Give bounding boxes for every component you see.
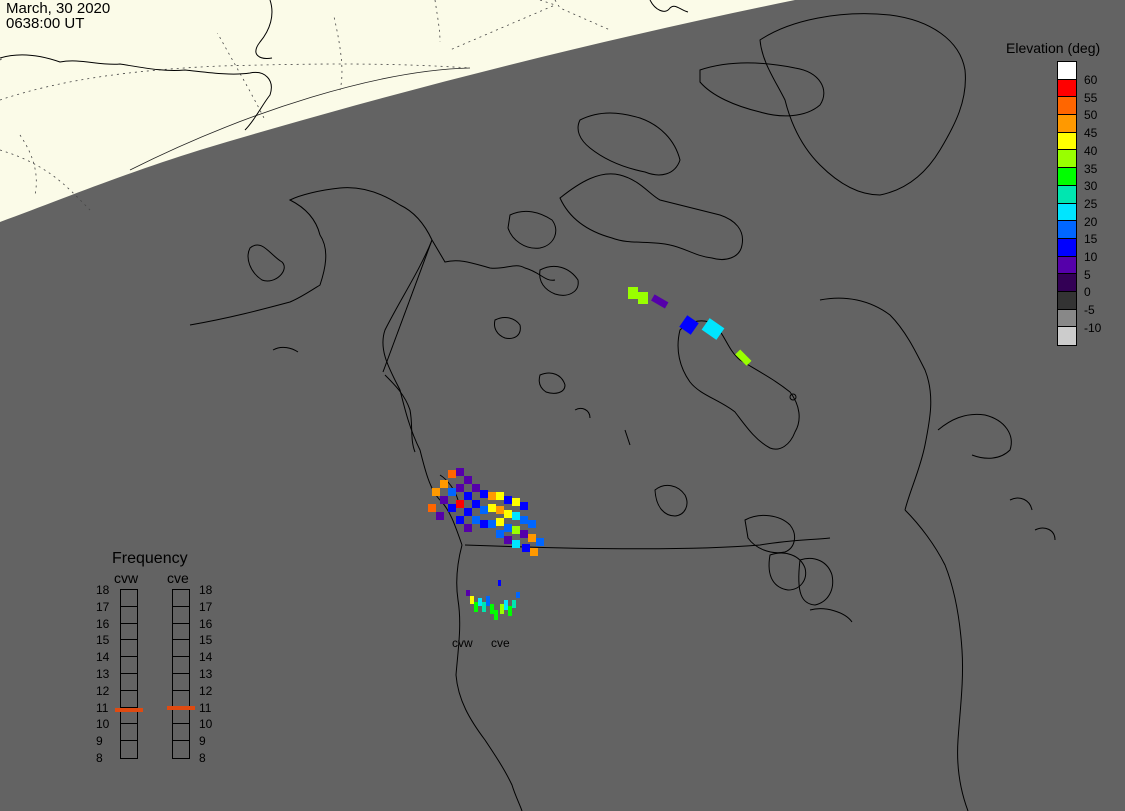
colorbar-swatch — [1058, 79, 1076, 98]
radar-site-label-cve: cve — [491, 636, 510, 650]
map-canvas — [0, 0, 1125, 811]
colorbar-tick-label: 5 — [1084, 267, 1091, 282]
frequency-tick-label-left: 17 — [96, 599, 110, 614]
colorbar-tick-label: 15 — [1084, 232, 1098, 247]
colorbar-tick-label: 40 — [1084, 143, 1098, 158]
frequency-panel-title: Frequency — [112, 550, 188, 567]
frequency-cell — [173, 741, 189, 758]
colorbar-tick-label: 45 — [1084, 126, 1098, 141]
frequency-cell — [121, 657, 137, 674]
frequency-tick-label-left: 14 — [96, 650, 110, 665]
frequency-tick-label-left: 16 — [96, 616, 110, 631]
frequency-tick-label-left: 15 — [96, 633, 110, 648]
frequency-radar-label-cve: cve — [167, 570, 189, 586]
colorbar-tick-label: 10 — [1084, 250, 1098, 264]
frequency-cell — [173, 724, 189, 742]
colorbar-tick-label: 25 — [1084, 196, 1098, 211]
frequency-scale-cvw — [120, 589, 138, 759]
frequency-tick-label-left: 10 — [96, 717, 110, 732]
frequency-tick-label-right: 12 — [199, 683, 213, 698]
colorbar-swatch — [1058, 150, 1076, 169]
frequency-cell — [173, 640, 189, 658]
frequency-radar-label-cvw: cvw — [114, 570, 139, 586]
frequency-cell — [121, 590, 137, 607]
superdarn-map-view: { "timestamp": { "date": "March, 30 2020… — [0, 0, 1125, 811]
colorbar-tick-label: 0 — [1084, 285, 1091, 300]
frequency-scale-cve — [172, 589, 190, 759]
timestamp-date: March, 30 2020 — [6, 0, 111, 17]
colorbar-swatch — [1058, 221, 1076, 239]
frequency-cell — [121, 640, 137, 658]
colorbar-swatch — [1058, 238, 1076, 257]
frequency-tick-label-right: 10 — [199, 717, 213, 732]
colorbar-tick-label: 60 — [1084, 73, 1098, 87]
frequency-tick-label-left: 9 — [96, 734, 103, 749]
frequency-cell — [173, 624, 189, 641]
colorbar-swatch — [1058, 62, 1076, 80]
frequency-tick-label-right: 13 — [199, 667, 213, 681]
frequency-tick-label-left: 8 — [96, 751, 103, 765]
frequency-tick-label-left: 12 — [96, 683, 110, 698]
frequency-tick-label-left: 18 — [96, 583, 110, 597]
colorbar-swatch — [1058, 97, 1076, 116]
colorbar-swatch — [1058, 256, 1076, 275]
timestamp-time: 0638:00 UT — [6, 15, 85, 32]
elevation-colorbar — [1057, 61, 1077, 346]
frequency-cell — [121, 624, 137, 641]
frequency-marker-cve — [167, 706, 195, 711]
colorbar-tick-label: 55 — [1084, 90, 1098, 105]
colorbar-swatch — [1058, 291, 1076, 310]
frequency-marker-cvw — [115, 707, 143, 712]
frequency-tick-label-left: 11 — [96, 700, 109, 715]
frequency-cell — [173, 691, 189, 708]
colorbar-swatch — [1058, 168, 1076, 186]
colorbar-tick-label: 50 — [1084, 108, 1098, 123]
colorbar-swatch — [1058, 274, 1076, 292]
frequency-tick-label-right: 9 — [199, 734, 206, 749]
frequency-tick-label-right: 11 — [199, 700, 212, 715]
frequency-tick-label-right: 14 — [199, 650, 213, 665]
colorbar-title: Elevation (deg) — [1006, 40, 1101, 56]
frequency-tick-label-right: 8 — [199, 751, 206, 765]
colorbar-swatch — [1058, 115, 1076, 133]
colorbar-swatch — [1058, 132, 1076, 151]
frequency-cell — [121, 691, 137, 708]
colorbar-tick-label: -5 — [1084, 303, 1095, 318]
colorbar-swatch — [1058, 309, 1076, 328]
colorbar-swatch — [1058, 327, 1076, 345]
frequency-tick-label-right: 18 — [199, 583, 213, 597]
frequency-cell — [121, 674, 137, 691]
frequency-cell — [173, 674, 189, 691]
frequency-cell — [173, 657, 189, 674]
colorbar-tick-label: -10 — [1084, 320, 1102, 335]
colorbar-tick-label: 30 — [1084, 179, 1098, 194]
frequency-tick-label-left: 13 — [96, 667, 110, 681]
radar-site-label-cvw: cvw — [452, 636, 473, 650]
frequency-cell — [121, 724, 137, 742]
frequency-tick-label-right: 16 — [199, 616, 213, 631]
frequency-cell — [173, 607, 189, 624]
colorbar-tick-label: 20 — [1084, 214, 1098, 229]
frequency-tick-label-right: 17 — [199, 599, 213, 614]
frequency-cell — [121, 741, 137, 758]
colorbar-tick-label: 35 — [1084, 161, 1098, 176]
frequency-cell — [121, 607, 137, 624]
frequency-cell — [173, 590, 189, 607]
colorbar-swatch — [1058, 185, 1076, 204]
colorbar-swatch — [1058, 203, 1076, 222]
frequency-tick-label-right: 15 — [199, 633, 213, 648]
